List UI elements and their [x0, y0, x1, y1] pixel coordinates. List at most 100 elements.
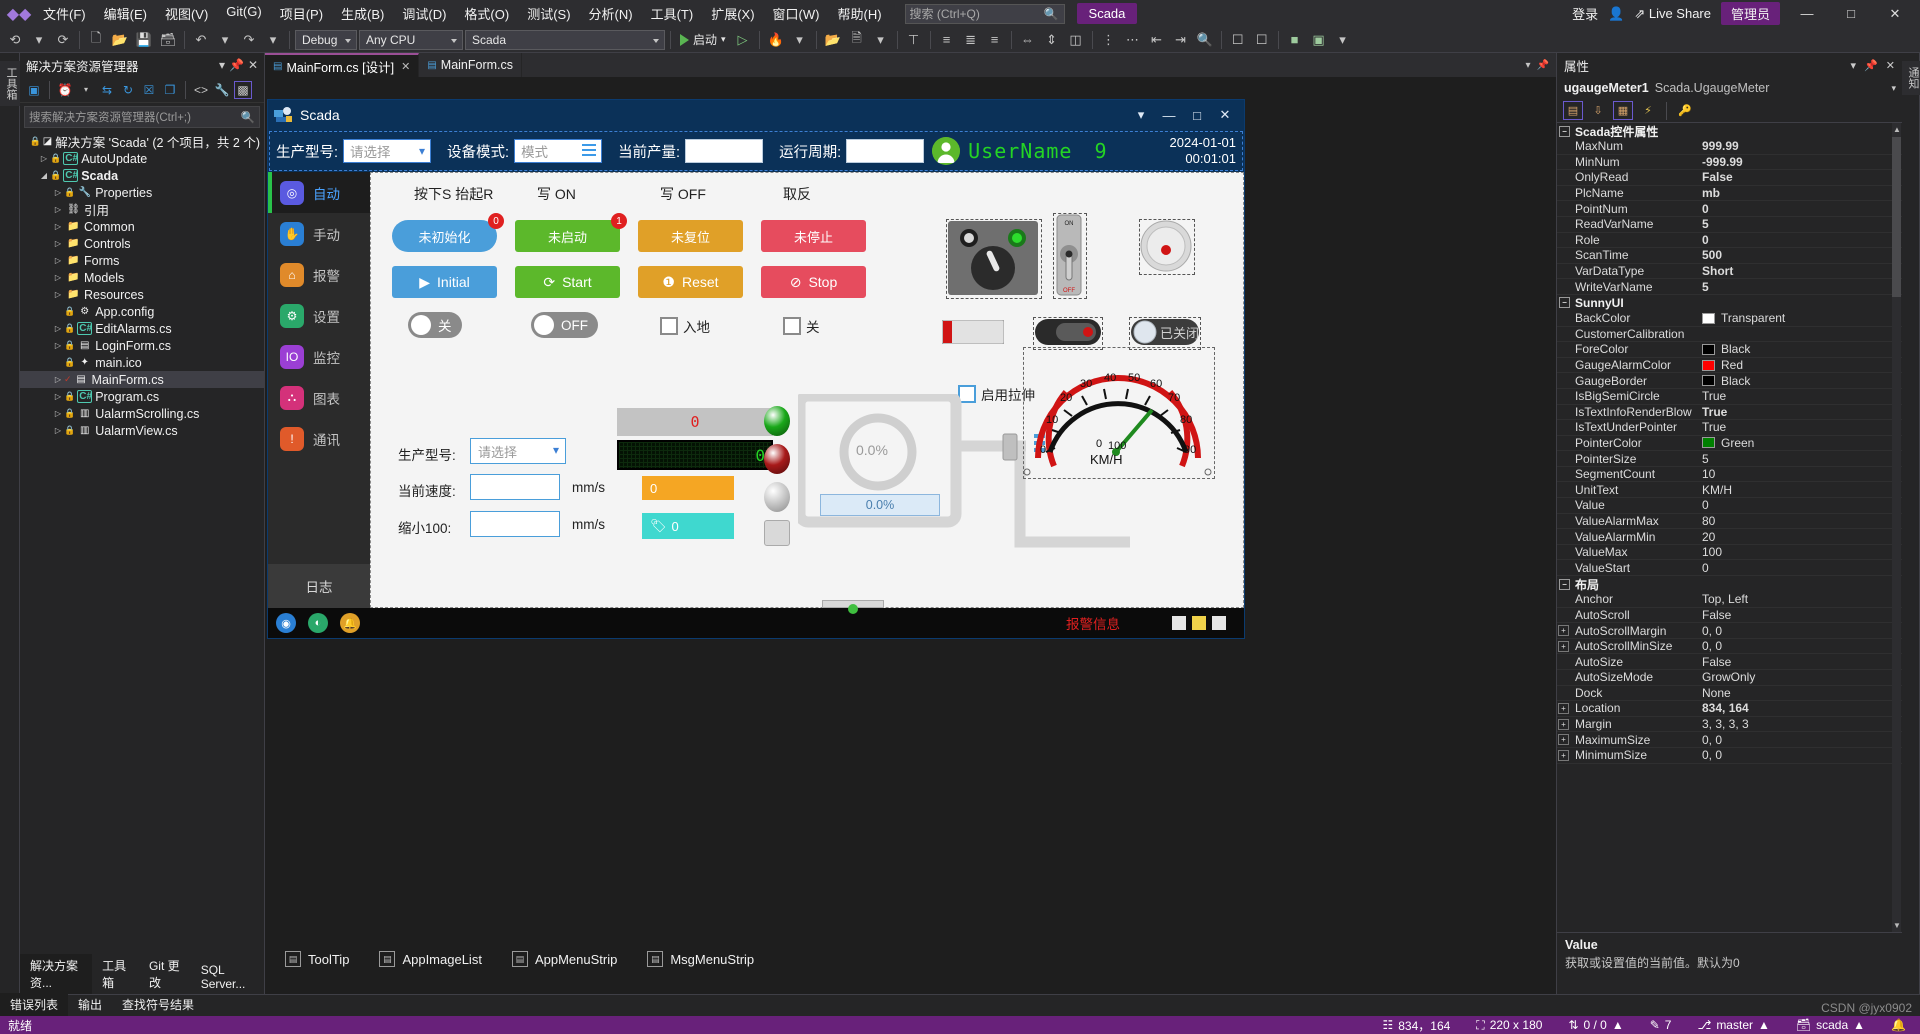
expander-icon[interactable]: ▷ — [38, 154, 50, 163]
minimize-button[interactable]: — — [1790, 1, 1824, 27]
toolbar-overflow-icon[interactable]: ▾ — [1332, 29, 1354, 51]
pin-icon[interactable]: 📌 — [1864, 59, 1878, 72]
menu-3[interactable]: Git(G) — [217, 0, 270, 27]
scroll-down-icon[interactable]: ▼ — [1893, 921, 1901, 930]
tree-node-9[interactable]: ▷ 📁 Resources — [20, 286, 264, 303]
scroll-up-icon[interactable]: ▲ — [1893, 125, 1901, 134]
tree-node-11[interactable]: ▷ 🔒 C# EditAlarms.cs — [20, 320, 264, 337]
menu-7[interactable]: 格式(O) — [455, 0, 518, 27]
hot-reload-dropdown-icon[interactable]: ▾ — [789, 29, 811, 51]
action-button-2[interactable]: ❶ Reset — [638, 266, 743, 298]
property-value[interactable]: 0, 0 — [1697, 748, 1902, 762]
lever-toggle-switch[interactable]: ON OFF — [1053, 213, 1087, 299]
property-value[interactable]: mb — [1697, 186, 1902, 200]
property-row[interactable]: UnitText KM/H — [1557, 482, 1902, 499]
property-row[interactable]: GaugeBorder Black — [1557, 373, 1902, 389]
dock-tab-0[interactable]: 错误列表 — [0, 993, 69, 1016]
align-top-icon[interactable]: ⊤ — [903, 29, 925, 51]
property-value[interactable]: 20 — [1697, 530, 1902, 544]
notifications-rail-tab[interactable]: 通知 — [1902, 61, 1920, 95]
resize-grip-dot[interactable] — [848, 604, 858, 614]
expander-icon[interactable]: ▷ — [52, 273, 64, 282]
menu-13[interactable]: 帮助(H) — [828, 0, 890, 27]
tree-node-16[interactable]: ▷ 🔒 ▥ UalarmScrolling.cs — [20, 405, 264, 422]
se-bottom-tab-3[interactable]: SQL Server... — [191, 960, 264, 994]
startup-project-select[interactable]: Scada — [465, 29, 665, 50]
tree-node-12[interactable]: ▷ 🔒 ▤ LoginForm.cs — [20, 337, 264, 354]
properties-wrench-icon[interactable]: 🔧 — [213, 81, 231, 99]
menu-1[interactable]: 编辑(E) — [95, 0, 156, 27]
property-value[interactable]: None — [1697, 686, 1902, 700]
property-value[interactable]: Transparent — [1697, 311, 1902, 325]
property-value[interactable]: 0 — [1697, 561, 1902, 575]
checkbox-3[interactable]: 关 — [783, 316, 820, 336]
tree-node-7[interactable]: ▷ 📁 Forms — [20, 252, 264, 269]
pin-icon[interactable]: 📌 — [229, 58, 244, 72]
tab-order-icon[interactable]: ■ — [1284, 29, 1306, 51]
build-configuration-select[interactable]: Debug — [295, 29, 357, 50]
property-row[interactable]: AutoScroll False — [1557, 608, 1902, 624]
round-push-button[interactable] — [1139, 219, 1195, 275]
live-share-button[interactable]: ⇗ Live Share — [1634, 6, 1711, 22]
rocker-switch[interactable] — [1033, 317, 1103, 350]
start-debug-button[interactable]: 启动 ▾ — [676, 31, 730, 48]
property-value[interactable]: Green — [1697, 436, 1902, 450]
center-horizontally-icon[interactable]: ⇤ — [1146, 29, 1168, 51]
undo-dropdown-icon[interactable]: ▾ — [214, 29, 236, 51]
tree-node-0[interactable]: 🔒 ◪ 解决方案 'Scada' (2 个项目，共 2 个) — [20, 133, 264, 150]
tree-node-3[interactable]: ▷ 🔒 🔧 Properties — [20, 184, 264, 201]
horizontal-spacing-icon[interactable]: ⋮ — [1098, 29, 1120, 51]
tree-node-15[interactable]: ▷ 🔒 C# Program.cs — [20, 388, 264, 405]
property-group-2[interactable]: − 布局 — [1557, 576, 1902, 593]
property-row[interactable]: PointerSize 5 — [1557, 451, 1902, 467]
expander-icon[interactable]: ◢ — [38, 171, 50, 180]
make-same-size-icon[interactable]: ◫ — [1065, 29, 1087, 51]
action-button-1[interactable]: ⟳ Start — [515, 266, 620, 298]
property-row[interactable]: MinNum -999.99 — [1557, 155, 1902, 171]
property-row[interactable]: ValueAlarmMax 80 — [1557, 514, 1902, 530]
property-row[interactable]: Anchor Top, Left — [1557, 592, 1902, 608]
property-value[interactable]: KM/H — [1697, 483, 1902, 497]
model-select[interactable]: 请选择 ▾ — [343, 139, 432, 163]
tree-node-4[interactable]: ▷ ⛓ 引用 — [20, 201, 264, 218]
collapse-icon[interactable]: − — [1559, 578, 1570, 590]
scada-nav-0[interactable]: ◎ 自动 — [268, 172, 370, 213]
expander-icon[interactable]: ▷ — [52, 256, 64, 265]
property-row[interactable]: PlcName mb — [1557, 186, 1902, 202]
toggle-switch-0[interactable]: 关 — [408, 312, 462, 338]
property-value[interactable]: 100 — [1697, 545, 1902, 559]
property-value[interactable]: False — [1697, 608, 1902, 622]
property-value[interactable]: 999.99 — [1697, 139, 1902, 153]
dock-tab-1[interactable]: 输出 — [68, 993, 112, 1016]
menu-11[interactable]: 扩展(X) — [702, 0, 763, 27]
property-row[interactable]: + MinimumSize 0, 0 — [1557, 748, 1902, 764]
property-row[interactable]: WriteVarName 5 — [1557, 279, 1902, 295]
rotary-selector-switch[interactable] — [946, 219, 1042, 299]
expander-icon[interactable]: ▷ — [52, 341, 64, 350]
property-row[interactable]: SegmentCount 10 — [1557, 467, 1902, 483]
editor-tab-1[interactable]: ▤ MainForm.cs — [419, 53, 523, 77]
expand-icon[interactable]: + — [1558, 702, 1569, 714]
menu-9[interactable]: 分析(N) — [580, 0, 642, 27]
close-icon[interactable]: ✕ — [401, 60, 410, 73]
categorized-view-icon[interactable]: ▤ — [1563, 101, 1583, 120]
close-icon[interactable]: ✕ — [1886, 59, 1895, 72]
send-to-back-icon[interactable]: ☐ — [1251, 29, 1273, 51]
action-button-0[interactable]: ▶ Initial — [392, 266, 497, 298]
new-project-icon[interactable]: 🗋 — [85, 29, 107, 51]
show-all-files-icon[interactable]: ❐ — [161, 81, 179, 99]
form-model-select[interactable]: 请选择 ▾ — [470, 438, 566, 464]
save-icon[interactable]: 💾 — [133, 29, 155, 51]
property-row[interactable]: ScanTime 500 — [1557, 248, 1902, 264]
expand-icon[interactable]: + — [1558, 734, 1569, 746]
close-icon[interactable]: ✕ — [248, 58, 258, 72]
property-row[interactable]: IsTextInfoRenderBlow True — [1557, 405, 1902, 421]
property-value[interactable]: 0, 0 — [1697, 733, 1902, 747]
zoom-icon[interactable]: 🔍 — [1194, 29, 1216, 51]
scada-content-area[interactable]: 按下S 抬起R 未初始化 0 ▶ Initial 关 写 ON 未启动 1 ⟳ Start OFF 写 … — [370, 172, 1244, 614]
code-view-icon[interactable]: ▣ — [25, 81, 43, 99]
center-vertically-icon[interactable]: ⇥ — [1170, 29, 1192, 51]
expand-icon[interactable]: + — [1558, 625, 1569, 637]
tree-node-5[interactable]: ▷ 📁 Common — [20, 218, 264, 235]
scada-log-tab[interactable]: 日志 — [268, 564, 370, 608]
